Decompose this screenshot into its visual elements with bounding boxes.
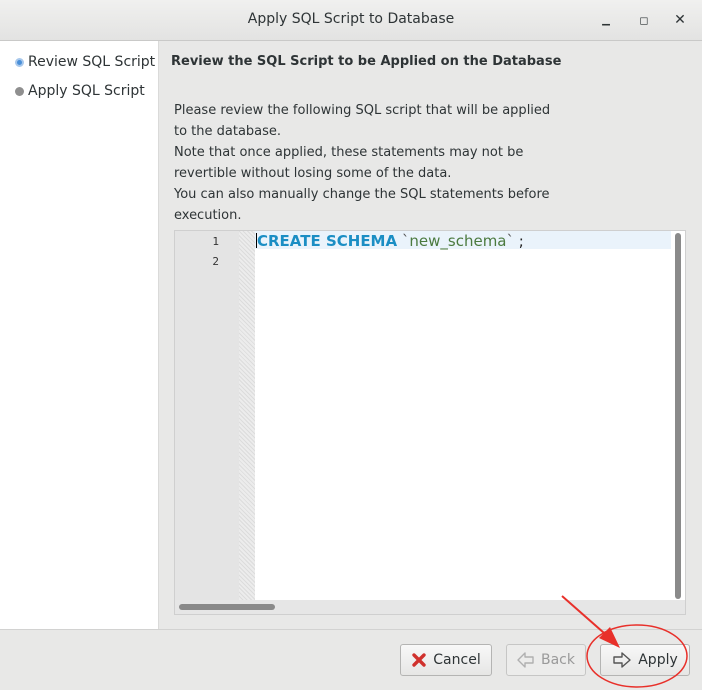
line-number: 1 [212, 235, 219, 248]
maximize-button[interactable]: ◻ [634, 10, 654, 30]
title-bar: Apply SQL Script to Database ▁ ◻ ✕ [0, 0, 702, 41]
statement-terminator: ; [518, 232, 524, 250]
vertical-scrollbar[interactable] [673, 233, 683, 599]
vertical-scroll-thumb[interactable] [675, 233, 681, 599]
sql-keyword: CREATE SCHEMA [257, 232, 398, 250]
line-number: 2 [212, 255, 219, 268]
page-heading: Review the SQL Script to be Applied on t… [171, 54, 562, 69]
line-number-gutter: 1 2 [175, 231, 239, 601]
step-apply-sql-script: Apply SQL Script [15, 83, 145, 99]
sql-script-editor[interactable]: 1 2 CREATE SCHEMA `new_schema` ; [174, 230, 686, 615]
step-label: Review SQL Script [28, 54, 156, 70]
fold-margin [239, 231, 255, 601]
cancel-label: Cancel [433, 652, 481, 668]
description-line: execution. [174, 208, 242, 223]
red-x-icon [411, 652, 427, 668]
active-step-bullet-icon [15, 57, 24, 67]
wizard-steps-sidebar: Review SQL Script Apply SQL Script [0, 41, 159, 629]
minimize-button[interactable]: ▁ [596, 10, 616, 30]
back-label: Back [541, 652, 575, 668]
back-arrow-icon [517, 652, 535, 668]
page-description: Please review the following SQL script t… [174, 100, 574, 226]
horizontal-scrollbar[interactable] [175, 600, 685, 614]
footer-divider [0, 629, 702, 630]
horizontal-scroll-thumb[interactable] [179, 604, 275, 610]
description-line: Please review the following SQL script t… [174, 103, 551, 118]
close-icon: ✕ [674, 12, 686, 28]
inactive-step-bullet-icon [15, 86, 24, 96]
schema-identifier: new_schema [409, 232, 507, 250]
cancel-button[interactable]: Cancel [400, 644, 492, 676]
backtick: ` [506, 232, 515, 250]
apply-button[interactable]: Apply [600, 644, 690, 676]
forward-arrow-icon [612, 652, 632, 668]
description-line: to the database. [174, 124, 282, 139]
back-button[interactable]: Back [506, 644, 586, 676]
code-line-1[interactable]: CREATE SCHEMA `new_schema` ; [257, 231, 524, 251]
step-label: Apply SQL Script [28, 83, 145, 99]
minimize-icon: ▁ [602, 14, 610, 26]
step-review-sql-script: Review SQL Script [15, 54, 155, 70]
apply-label: Apply [638, 652, 678, 668]
close-button[interactable]: ✕ [670, 10, 690, 30]
description-line: revertible without losing some of the da… [174, 166, 452, 181]
description-line: You can also manually change the SQL sta… [174, 187, 550, 202]
maximize-icon: ◻ [639, 13, 649, 27]
description-line: Note that once applied, these statements… [174, 145, 524, 160]
